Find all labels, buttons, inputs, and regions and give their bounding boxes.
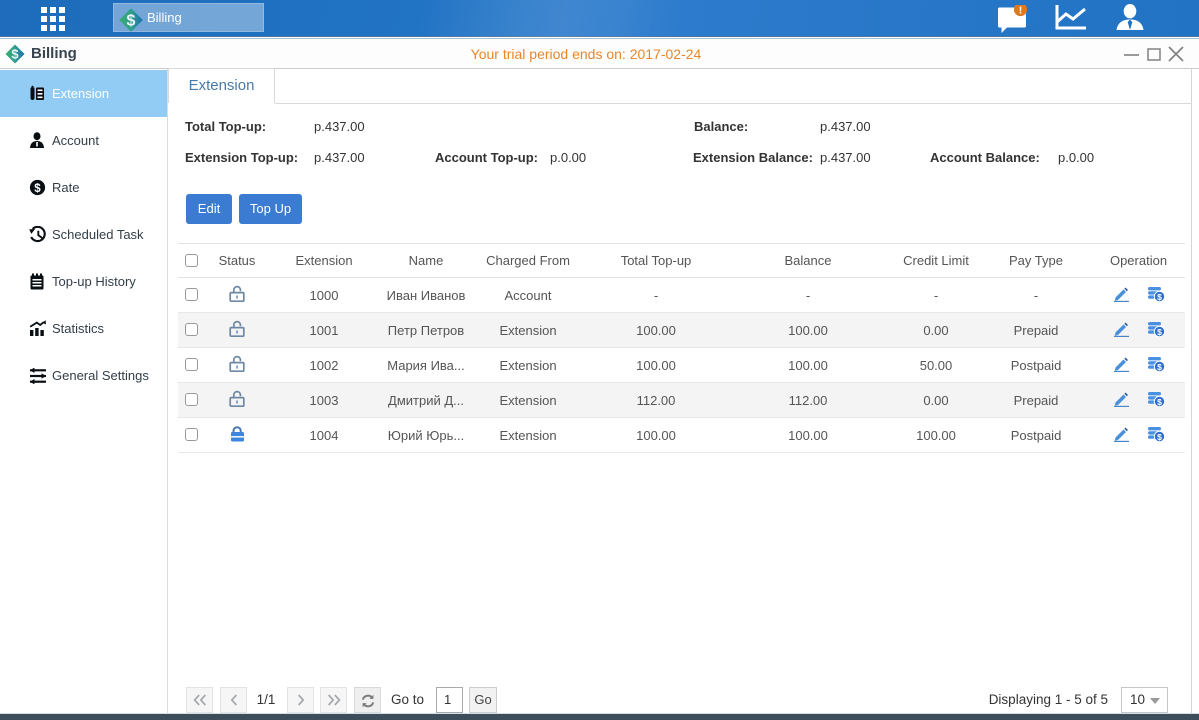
- svg-text:!: !: [1019, 5, 1023, 17]
- svg-text:$: $: [34, 183, 41, 195]
- svg-text:$: $: [127, 12, 136, 29]
